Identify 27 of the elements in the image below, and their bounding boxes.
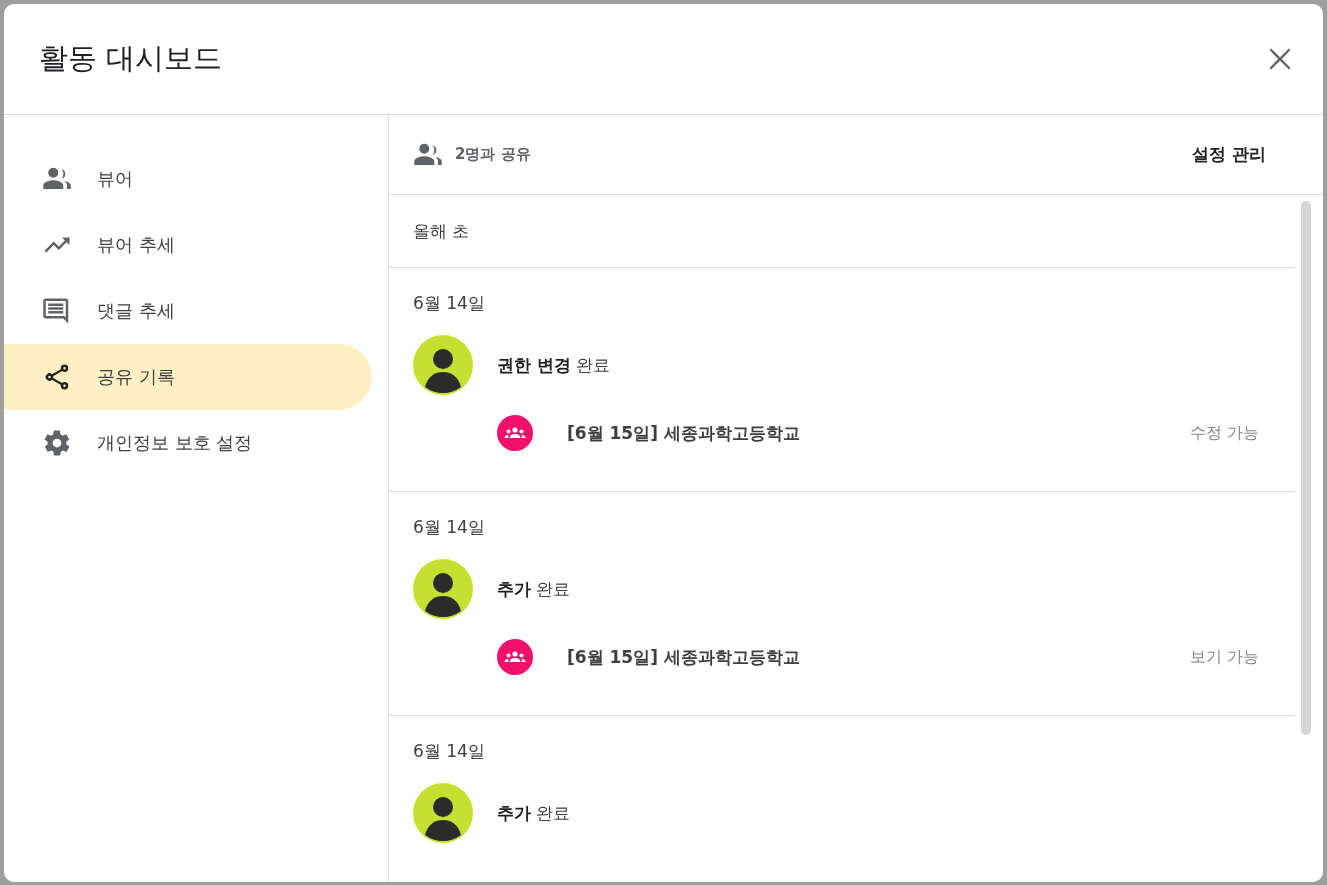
target-name: [6월 15일] 세종과학고등학교 [567, 421, 801, 445]
shared-summary: 2명과 공유 [455, 145, 531, 164]
avatar-icon [413, 335, 473, 395]
target-name: [6월 15일] 세종과학고등학교 [567, 645, 801, 669]
action-text: 추가 완료 [497, 801, 571, 825]
settings-icon [42, 428, 72, 458]
avatar-icon [413, 783, 473, 843]
permission-label: 보기 가능 [1189, 646, 1259, 668]
entry-date: 6월 14일 [413, 516, 485, 539]
sidebar-item[interactable]: 뷰어 추세 [4, 212, 372, 278]
entry-date: 6월 14일 [413, 740, 485, 763]
scrollbar[interactable] [1301, 201, 1311, 735]
entry-date: 6월 14일 [413, 292, 485, 315]
group-icon [497, 639, 533, 675]
manage-settings-button[interactable]: 설정 관리 [1192, 137, 1266, 172]
permission-label: 수정 가능 [1189, 422, 1259, 444]
avatar-icon [413, 559, 473, 619]
sidebar-item[interactable]: 댓글 추세 [4, 278, 372, 344]
sidebar-item[interactable]: 공유 기록 [4, 344, 372, 410]
sidebar-item[interactable]: 개인정보 보호 설정 [4, 410, 372, 476]
sidebar-item[interactable]: 뷰어 [4, 146, 372, 212]
dialog-title: 활동 대시보드 [39, 40, 223, 77]
close-icon [1267, 46, 1293, 72]
group-icon [497, 415, 533, 451]
action-text: 추가 완료 [497, 577, 571, 601]
section-heading: 올해 초 [413, 219, 470, 243]
action-text: 권한 변경 완료 [497, 353, 611, 377]
